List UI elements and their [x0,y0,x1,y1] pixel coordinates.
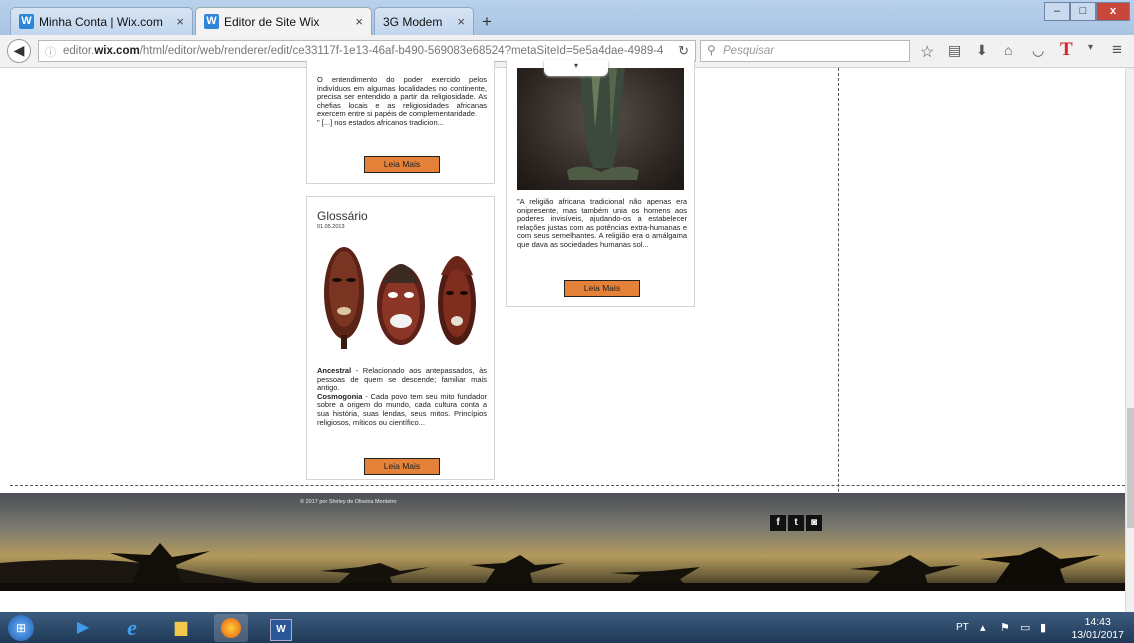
url-bar[interactable]: ⓘ editor.wix.com/html/editor/web/rendere… [38,40,696,62]
post-excerpt: Ancestral - Relacionado aos antepassados… [317,366,487,427]
home-icon[interactable]: ⌂ [1004,42,1012,58]
file-explorer-icon[interactable]: ▆ [164,614,198,642]
tab-label: Minha Conta | Wix.com [39,15,163,29]
action-center-flag-icon[interactable]: ⚑ [1000,621,1010,634]
power-icon[interactable]: ▮ [1040,621,1046,634]
tab-close-icon[interactable]: × [176,14,184,29]
vertical-scrollbar[interactable] [1125,68,1134,612]
page-margin [0,68,8,488]
statue-image [517,68,684,190]
media-player-icon[interactable]: ▶ [66,614,100,642]
tab-minha-conta[interactable]: W Minha Conta | Wix.com × [10,7,193,35]
close-window-button[interactable]: x [1096,2,1130,21]
start-orb-icon[interactable]: ⊞ [4,614,38,642]
reload-icon[interactable]: ↻ [678,43,689,59]
system-clock[interactable]: 14:43 13/01/2017 [1071,616,1124,642]
page-bottom-space [0,591,1125,612]
tab-3g-modem[interactable]: 3G Modem × [374,7,474,35]
back-arrow-icon: ◀ [13,42,25,58]
baobab-landscape-image [0,543,1134,591]
post-excerpt: O entendimento do poder exercido pelos i… [317,75,487,127]
minimize-button[interactable]: – [1044,2,1070,21]
read-more-button[interactable]: Leia Mais [364,156,440,173]
masks-image [317,235,487,357]
blog-post-card-glossario: Glossário 01.05.2013 Ancestral - Relacio… [306,196,495,480]
info-icon[interactable]: ⓘ [45,44,56,60]
addon-dropdown-icon[interactable]: ▾ [1088,42,1093,53]
network-icon[interactable]: ▭ [1020,621,1030,634]
new-tab-button[interactable]: + [482,12,492,32]
search-icon: ⚲ [707,43,716,57]
post-date: 01.05.2013 [317,224,345,230]
blog-post-card: ▾ "A religião africana tradicional não a… [506,60,695,307]
star-icon[interactable]: ☆ [920,42,934,62]
internet-explorer-icon[interactable]: e [115,614,149,642]
facebook-icon[interactable]: f [770,515,786,531]
search-input[interactable]: ⚲ Pesquisar [700,40,910,62]
wix-icon: W [204,14,219,29]
twitter-icon[interactable]: t [788,515,804,531]
instagram-icon[interactable]: ◙ [806,515,822,531]
post-title[interactable]: Glossário [317,209,368,223]
tab-label: 3G Modem [383,15,443,29]
tab-editor-wix[interactable]: W Editor de Site Wix × [195,7,372,35]
tab-close-icon[interactable]: × [457,14,465,29]
post-excerpt: "A religião africana tradicional não ape… [517,197,687,249]
url-text: editor.wix.com/html/editor/web/renderer/… [63,45,663,57]
collapse-handle[interactable]: ▾ [544,60,608,76]
word-icon[interactable]: W [264,614,298,642]
scrollbar-thumb[interactable] [1127,408,1134,528]
footer-strip: © 2017 por Shirley de Oliveira Monteiro [0,493,1134,591]
read-more-button[interactable]: Leia Mais [564,280,640,297]
footer-copyright: © 2017 por Shirley de Oliveira Monteiro [300,499,397,505]
read-more-button[interactable]: Leia Mais [364,458,440,475]
menu-icon[interactable]: ≡ [1112,40,1122,60]
t-addon-icon[interactable]: T [1060,39,1073,61]
tab-label: Editor de Site Wix [224,15,320,29]
download-icon[interactable]: ⬇ [976,42,988,59]
wix-icon: W [19,14,34,29]
tab-close-icon[interactable]: × [355,14,363,29]
pocket-icon[interactable]: ◡ [1032,42,1044,59]
firefox-icon[interactable] [214,614,248,642]
reading-list-icon[interactable]: ▤ [948,42,961,59]
show-hidden-icons-icon[interactable]: ▴ [980,621,986,634]
blog-post-card: O entendimento do poder exercido pelos i… [306,60,495,184]
maximize-button[interactable]: □ [1070,2,1096,21]
language-indicator[interactable]: PT [956,622,969,633]
back-button[interactable]: ◀ [7,39,31,63]
editor-guide-horizontal [0,485,1125,486]
